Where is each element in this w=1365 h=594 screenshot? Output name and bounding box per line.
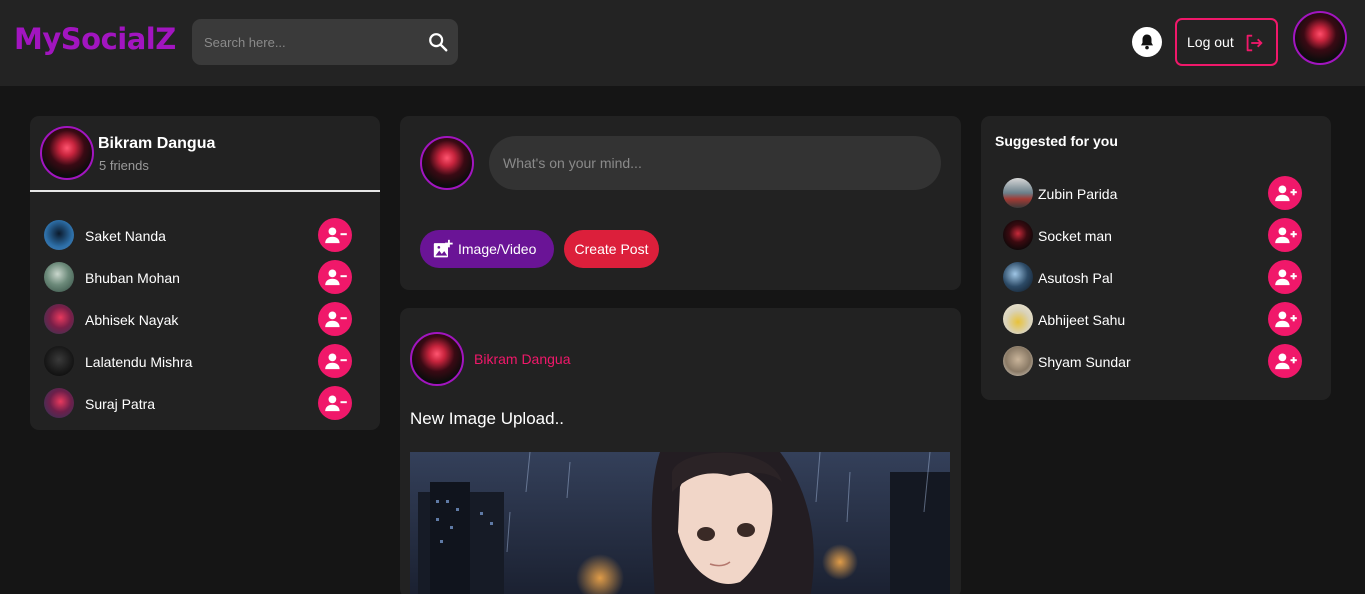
- suggested-row: Socket man: [981, 216, 1331, 258]
- add-friend-button[interactable]: [1268, 260, 1302, 294]
- top-header: MySocialZ Log out: [0, 0, 1365, 86]
- post-input[interactable]: [489, 136, 941, 190]
- friend-avatar[interactable]: [44, 262, 74, 292]
- suggested-row: Shyam Sundar: [981, 342, 1331, 384]
- bell-icon: [1141, 34, 1153, 50]
- suggested-row: Abhijeet Sahu: [981, 300, 1331, 342]
- remove-friend-icon: [325, 353, 347, 370]
- add-friend-icon: [1275, 185, 1297, 202]
- suggested-avatar[interactable]: [1003, 220, 1033, 250]
- post-author-name[interactable]: Bikram Dangua: [474, 351, 571, 367]
- post-author-avatar[interactable]: [410, 332, 464, 386]
- friend-avatar[interactable]: [44, 220, 74, 250]
- remove-friend-icon: [325, 395, 347, 412]
- post-image-illustration: [410, 452, 950, 594]
- friends-count: 5 friends: [99, 158, 149, 173]
- profile-divider: [30, 190, 380, 192]
- suggested-name[interactable]: Socket man: [1038, 228, 1112, 244]
- friend-name[interactable]: Abhisek Nayak: [85, 312, 178, 328]
- friend-row: Abhisek Nayak: [30, 300, 380, 342]
- suggested-row: Zubin Parida: [981, 174, 1331, 216]
- suggested-avatar[interactable]: [1003, 304, 1033, 334]
- suggested-avatar[interactable]: [1003, 346, 1033, 376]
- add-friend-button[interactable]: [1268, 176, 1302, 210]
- suggested-name[interactable]: Zubin Parida: [1038, 186, 1117, 202]
- remove-friend-icon: [325, 227, 347, 244]
- friend-name[interactable]: Saket Nanda: [85, 228, 166, 244]
- post-image[interactable]: [410, 452, 950, 594]
- add-friend-icon: [1275, 311, 1297, 328]
- add-friend-icon: [1275, 353, 1297, 370]
- friend-name[interactable]: Bhuban Mohan: [85, 270, 180, 286]
- add-friend-icon: [1275, 269, 1297, 286]
- friend-avatar[interactable]: [44, 388, 74, 418]
- remove-friend-button[interactable]: [318, 386, 352, 420]
- friend-row: Lalatendu Mishra: [30, 342, 380, 384]
- friend-avatar[interactable]: [44, 346, 74, 376]
- remove-friend-button[interactable]: [318, 218, 352, 252]
- suggested-row: Asutosh Pal: [981, 258, 1331, 300]
- suggested-title: Suggested for you: [995, 133, 1118, 149]
- header-avatar[interactable]: [1293, 11, 1347, 65]
- profile-name[interactable]: Bikram Dangua: [98, 135, 215, 153]
- logout-icon: [1246, 34, 1263, 52]
- suggested-avatar[interactable]: [1003, 178, 1033, 208]
- remove-friend-button[interactable]: [318, 344, 352, 378]
- profile-card: Bikram Dangua 5 friends Saket Nanda Bhub…: [30, 116, 380, 430]
- notification-button[interactable]: [1132, 27, 1162, 57]
- add-friend-button[interactable]: [1268, 218, 1302, 252]
- remove-friend-button[interactable]: [318, 260, 352, 294]
- suggested-name[interactable]: Abhijeet Sahu: [1038, 312, 1125, 328]
- add-photo-icon: [433, 239, 453, 258]
- post-text: New Image Upload..: [410, 409, 565, 428]
- search-input[interactable]: [192, 19, 412, 65]
- add-friend-button[interactable]: [1268, 302, 1302, 336]
- composer-avatar[interactable]: [420, 136, 474, 190]
- profile-avatar[interactable]: [40, 126, 94, 180]
- add-friend-button[interactable]: [1268, 344, 1302, 378]
- friend-row: Bhuban Mohan: [30, 258, 380, 300]
- image-video-button[interactable]: Image/Video: [420, 230, 554, 268]
- brand-logo[interactable]: MySocialZ: [14, 22, 176, 56]
- add-friend-icon: [1275, 227, 1297, 244]
- logout-button[interactable]: Log out: [1175, 18, 1278, 66]
- search-icon[interactable]: [427, 31, 449, 53]
- suggested-name[interactable]: Asutosh Pal: [1038, 270, 1113, 286]
- image-video-label: Image/Video: [458, 241, 537, 257]
- friend-name[interactable]: Suraj Patra: [85, 396, 155, 412]
- remove-friend-icon: [325, 311, 347, 328]
- post-card: Bikram Dangua New Image Upload..: [400, 308, 961, 594]
- search-bar: [192, 19, 458, 65]
- post-composer: Image/Video Create Post: [400, 116, 961, 290]
- suggested-avatar[interactable]: [1003, 262, 1033, 292]
- suggested-card: Suggested for you Zubin Parida Socket ma…: [981, 116, 1331, 400]
- create-post-button[interactable]: Create Post: [564, 230, 659, 268]
- logout-label: Log out: [1187, 34, 1234, 50]
- friend-row: Suraj Patra: [30, 384, 380, 426]
- friend-row: Saket Nanda: [30, 216, 380, 258]
- friend-name[interactable]: Lalatendu Mishra: [85, 354, 192, 370]
- suggested-name[interactable]: Shyam Sundar: [1038, 354, 1131, 370]
- friend-avatar[interactable]: [44, 304, 74, 334]
- remove-friend-icon: [325, 269, 347, 286]
- remove-friend-button[interactable]: [318, 302, 352, 336]
